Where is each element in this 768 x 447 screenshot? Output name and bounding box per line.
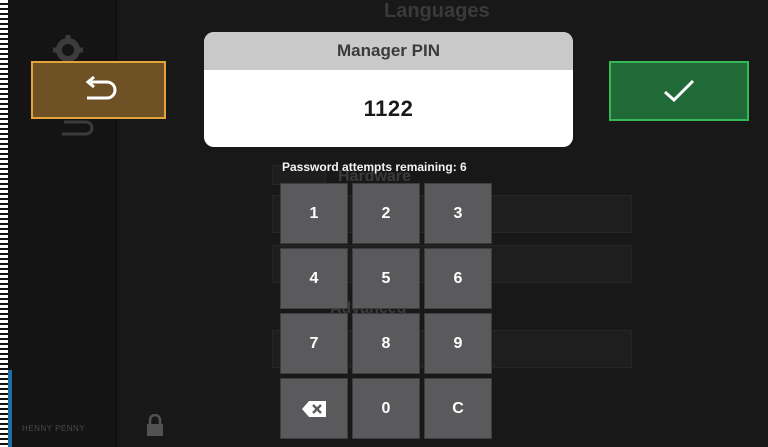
key-1[interactable]: 1 — [280, 183, 348, 244]
key-7[interactable]: 7 — [280, 313, 348, 374]
confirm-button[interactable] — [609, 61, 749, 121]
attempts-remaining-text: Password attempts remaining: 6 — [282, 160, 467, 174]
sidebar-accent — [8, 370, 12, 447]
undo-arrow-icon — [85, 76, 116, 100]
key-5[interactable]: 5 — [352, 248, 420, 309]
key-6[interactable]: 6 — [424, 248, 492, 309]
pin-dialog: Manager PIN 1122 — [204, 32, 573, 147]
numeric-keypad: 1 2 3 4 5 6 7 8 9 0 C — [280, 183, 492, 439]
key-8[interactable]: 8 — [352, 313, 420, 374]
key-0[interactable]: 0 — [352, 378, 420, 439]
key-9[interactable]: 9 — [424, 313, 492, 374]
brand-label: HENNY PENNY — [22, 424, 86, 433]
left-edge-strip — [0, 0, 8, 447]
screen: HENNY PENNY Languages Hardware Advanced … — [0, 0, 768, 447]
lock-icon[interactable] — [146, 414, 164, 436]
clear-key[interactable]: C — [424, 378, 492, 439]
checkmark-icon — [664, 79, 695, 103]
key-3[interactable]: 3 — [424, 183, 492, 244]
back-button[interactable] — [31, 61, 166, 119]
pin-input[interactable]: 1122 — [204, 70, 573, 147]
backspace-key[interactable] — [280, 378, 348, 439]
return-arrow-icon — [62, 120, 94, 136]
pin-dialog-title: Manager PIN — [204, 32, 573, 70]
background-title: Languages — [384, 0, 490, 22]
key-2[interactable]: 2 — [352, 183, 420, 244]
key-4[interactable]: 4 — [280, 248, 348, 309]
backspace-icon — [302, 400, 326, 417]
